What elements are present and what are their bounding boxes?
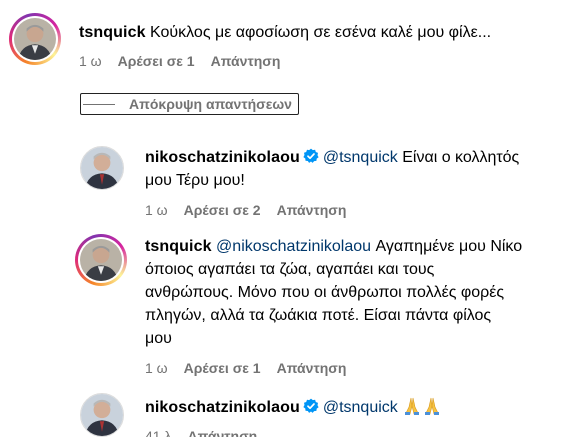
- hide-replies-button[interactable]: Απόκρυψη απαντήσεων: [80, 93, 299, 115]
- reply-text: μου: [145, 330, 172, 347]
- comment-text-row: tsnquick Κούκλος με αφοσίωση σε εσένα κα…: [79, 21, 491, 44]
- profile-photo: [81, 394, 123, 436]
- comment-text: Κούκλος με αφοσίωση σε εσένα καλέ μου φί…: [150, 24, 492, 41]
- reply-text-line-1: nikoschatzinikolaou @tsnquick: [145, 396, 442, 422]
- mention-link[interactable]: @tsnquick: [323, 399, 398, 416]
- comment-time[interactable]: 1 ω: [79, 53, 102, 69]
- reply-username[interactable]: nikoschatzinikolaou: [145, 399, 300, 416]
- praying-hands-emoji: [402, 397, 442, 422]
- reply-time[interactable]: 41 λ: [145, 428, 171, 437]
- reply-text-line-1: nikoschatzinikolaou @tsnquick Είναι ο κολ…: [145, 146, 519, 171]
- reply-text: Είναι ο κολλητός: [402, 149, 520, 166]
- profile-photo: [14, 18, 56, 60]
- comment-meta: 1 ω Αρέσει σε 1 Απάντηση: [79, 53, 280, 69]
- verified-badge-icon: [303, 398, 319, 421]
- reply-meta: 1 ω Αρέσει σε 2 Απάντηση: [145, 202, 346, 218]
- reply-text: πληγών, αλλά τα ζωάκια ποτέ. Είσαι πάντα…: [145, 307, 492, 324]
- mention-link[interactable]: @tsnquick: [323, 149, 398, 166]
- reply-username[interactable]: tsnquick: [145, 238, 212, 255]
- comment-likes[interactable]: Αρέσει σε 1: [118, 53, 195, 69]
- reply-text: ανθρώπους. Μόνο που οι άνθρωποι πολλές φ…: [145, 284, 505, 301]
- mention-link[interactable]: @nikoschatzinikolaou: [216, 238, 371, 255]
- profile-photo: [80, 239, 122, 281]
- reply-text: όποιος αγαπάει τα ζώα, αγαπάει και τους: [145, 261, 435, 278]
- reply-button[interactable]: Απάντηση: [211, 53, 281, 69]
- avatar-tsnquick[interactable]: [75, 234, 127, 286]
- divider-line: [83, 103, 115, 105]
- reply-button[interactable]: Απάντηση: [277, 360, 347, 376]
- reply-text: μου Τέρυ μου!: [145, 172, 245, 189]
- reply-text-line-5: μου: [145, 327, 172, 350]
- reply-time[interactable]: 1 ω: [145, 360, 168, 376]
- reply-meta: 41 λ Απάντηση: [145, 428, 257, 437]
- reply-text-line-4: πληγών, αλλά τα ζωάκια ποτέ. Είσαι πάντα…: [145, 304, 491, 327]
- avatar-nikoschatzinikolaou[interactable]: [80, 393, 124, 437]
- reply-text: Αγαπημένε μου Νίκο: [375, 238, 523, 255]
- reply-time[interactable]: 1 ω: [145, 202, 168, 218]
- reply-text-line-3: ανθρώπους. Μόνο που οι άνθρωποι πολλές φ…: [145, 281, 504, 304]
- comment-username[interactable]: tsnquick: [79, 24, 146, 41]
- reply-username[interactable]: nikoschatzinikolaou: [145, 149, 300, 166]
- reply-meta: 1 ω Αρέσει σε 1 Απάντηση: [145, 360, 346, 376]
- reply-text-line-2: όποιος αγαπάει τα ζώα, αγαπάει και τους: [145, 258, 434, 281]
- reply-likes[interactable]: Αρέσει σε 1: [184, 360, 261, 376]
- profile-photo: [81, 147, 123, 189]
- avatar-nikoschatzinikolaou[interactable]: [80, 146, 124, 190]
- reply-text-line-2: μου Τέρυ μου!: [145, 169, 245, 192]
- reply-likes[interactable]: Αρέσει σε 2: [184, 202, 261, 218]
- reply-button[interactable]: Απάντηση: [277, 202, 347, 218]
- verified-badge-icon: [303, 148, 319, 171]
- reply-text-line-1: tsnquick @nikoschatzinikolaou Αγαπημένε …: [145, 235, 522, 258]
- reply-button[interactable]: Απάντηση: [187, 428, 257, 437]
- avatar-tsnquick[interactable]: [9, 13, 61, 65]
- hide-replies-label: Απόκρυψη απαντήσεων: [129, 96, 292, 112]
